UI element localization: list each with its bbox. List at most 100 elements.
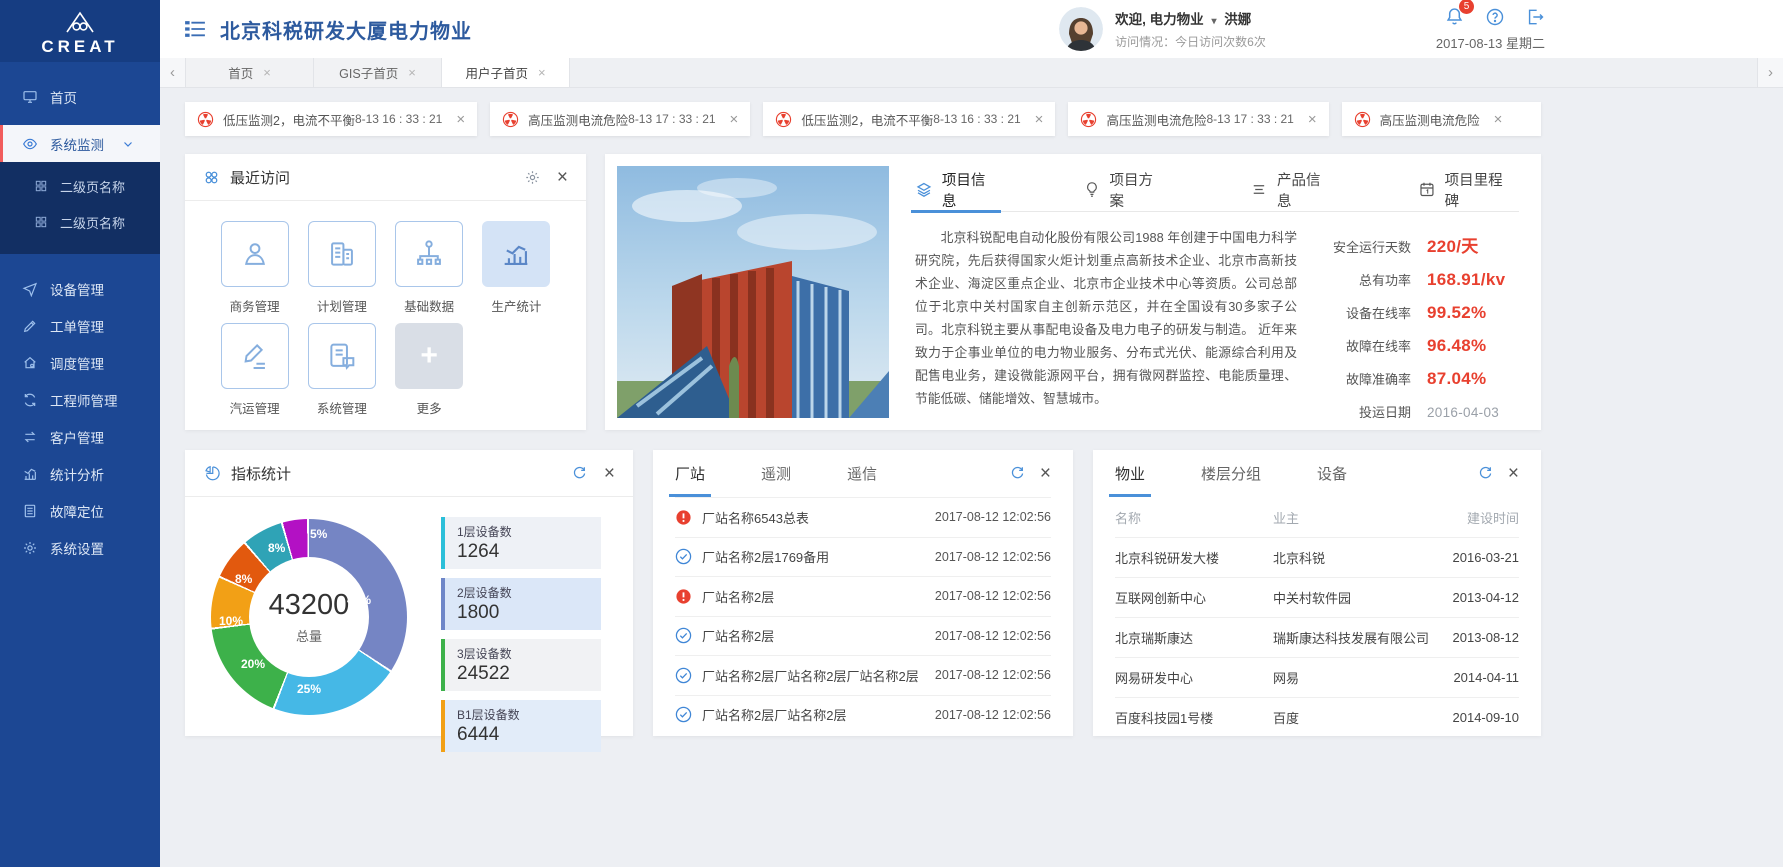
notification-badge: 5 xyxy=(1459,0,1474,14)
legend-item-floorB1[interactable]: B1层设备数 6444 xyxy=(441,700,601,752)
sidebar-item-workorder-mgmt[interactable]: 工单管理 xyxy=(0,307,160,344)
shortcut-plan-mgmt[interactable]: 计划管理 xyxy=(298,221,385,315)
tab-telemetry[interactable]: 遥测 xyxy=(761,450,791,497)
notifications-button[interactable]: 5 xyxy=(1444,6,1465,27)
user-welcome[interactable]: 欢迎, 电力物业 ▾ 洪娜 xyxy=(1115,8,1266,28)
tab-product-info[interactable]: 产品信息 xyxy=(1250,168,1332,212)
tab-floor-group[interactable]: 楼层分组 xyxy=(1201,450,1261,497)
tab-project-plan[interactable]: 项目方案 xyxy=(1083,168,1165,212)
refresh-icon[interactable] xyxy=(571,465,588,482)
welcome-text: 欢迎, 电力物业 xyxy=(1115,12,1204,27)
sidebar-subitem-1[interactable]: 二级页名称 xyxy=(0,168,160,204)
swap-arrows-icon xyxy=(22,429,38,445)
close-icon[interactable]: × xyxy=(538,65,546,80)
property-row[interactable]: 互联网创新中心 中关村软件园 2013-04-12 xyxy=(1115,577,1519,617)
sidebar-item-engineer-mgmt[interactable]: 工程师管理 xyxy=(0,381,160,418)
help-icon[interactable] xyxy=(1485,7,1505,27)
close-icon[interactable]: × xyxy=(730,112,739,127)
sidebar: CREAT 首页 系统监测 二级页名称 二级页名称 设备管理 工单管理 调度管理 xyxy=(0,0,160,867)
close-icon[interactable]: × xyxy=(1040,464,1051,483)
tabs-scroll-left[interactable]: ‹ xyxy=(160,58,186,87)
property-row[interactable]: 百度科技园1号楼 百度 2014-09-10 xyxy=(1115,697,1519,737)
avatar[interactable] xyxy=(1059,7,1103,51)
close-icon[interactable]: × xyxy=(604,464,615,483)
list-icon xyxy=(1250,180,1268,199)
sidebar-subitem-label: 二级页名称 xyxy=(60,213,125,232)
header: 北京科税研发大厦电力物业 欢迎, 电力物业 ▾ 洪娜 访问情况：今日访问次数6次… xyxy=(160,0,1783,58)
plus-icon: + xyxy=(420,341,438,371)
close-icon[interactable]: × xyxy=(1308,112,1317,127)
commission-date: 2016-04-03 xyxy=(1427,405,1519,420)
stat-value: 87.04% xyxy=(1427,369,1519,389)
legend-item-floor3[interactable]: 3层设备数 24522 xyxy=(441,639,601,691)
tab-home[interactable]: 首页× xyxy=(186,58,314,87)
brand-logo: CREAT xyxy=(0,0,160,62)
tab-bar: ‹ 首页× GIS子首页× 用户子首页× › xyxy=(160,58,1783,88)
grid-icon xyxy=(34,215,48,229)
dropdown-arrow-icon[interactable]: ▾ xyxy=(1211,16,1216,27)
segment-label: 8% xyxy=(268,541,285,555)
property-panel: 物业 楼层分组 设备 × 名称 业主 建设时间 北京科锐研发大楼 北京科锐 20… xyxy=(1093,450,1541,736)
alert-status-icon xyxy=(675,588,692,605)
building-icon xyxy=(325,237,359,271)
close-icon[interactable]: × xyxy=(1494,112,1503,127)
close-icon[interactable]: × xyxy=(456,112,465,127)
station-row[interactable]: 厂站名称2层1769备用 2017-08-12 12:02:56 xyxy=(675,537,1051,577)
sidebar-item-label: 首页 xyxy=(50,87,77,107)
ok-status-icon xyxy=(675,627,692,644)
sidebar-item-customer-mgmt[interactable]: 客户管理 xyxy=(0,418,160,455)
sidebar-item-dispatch-mgmt[interactable]: 调度管理 xyxy=(0,344,160,381)
tab-station[interactable]: 厂站 xyxy=(675,450,705,497)
sidebar-subitem-2[interactable]: 二级页名称 xyxy=(0,204,160,240)
station-row[interactable]: 厂站名称2层 2017-08-12 12:02:56 xyxy=(675,576,1051,616)
sidebar-item-home[interactable]: 首页 xyxy=(0,78,160,115)
tab-user-home[interactable]: 用户子首页× xyxy=(442,58,570,87)
tab-gis[interactable]: GIS子首页× xyxy=(314,58,442,87)
shortcut-base-data[interactable]: 基础数据 xyxy=(386,221,473,315)
close-icon[interactable]: × xyxy=(408,65,416,80)
sidebar-item-fault-locating[interactable]: 故障定位 xyxy=(0,492,160,529)
chart-total-label: 总量 xyxy=(296,626,322,645)
station-row[interactable]: 厂站名称6543总表 2017-08-12 12:02:56 xyxy=(675,497,1051,537)
gear-icon[interactable] xyxy=(524,169,541,186)
shortcut-system-mgmt[interactable]: 系统管理 xyxy=(298,323,385,417)
legend-item-floor1[interactable]: 1层设备数 1264 xyxy=(441,517,601,569)
send-icon xyxy=(22,281,38,297)
building-photo xyxy=(617,166,889,418)
tab-project-info[interactable]: 项目信息 xyxy=(915,168,997,212)
shortcut-transport-mgmt[interactable]: 汽运管理 xyxy=(211,323,298,417)
shortcut-more[interactable]: + 更多 xyxy=(386,323,473,417)
property-row[interactable]: 网易研发中心 网易 2014-04-11 xyxy=(1115,657,1519,697)
sidebar-item-system-monitor[interactable]: 系统监测 xyxy=(0,125,160,162)
sidebar-item-device-mgmt[interactable]: 设备管理 xyxy=(0,270,160,307)
tab-equipment[interactable]: 设备 xyxy=(1317,450,1347,497)
shortcut-production-stats[interactable]: 生产统计 xyxy=(473,221,560,315)
station-row[interactable]: 厂站名称2层 2017-08-12 12:02:56 xyxy=(675,616,1051,656)
sidebar-item-statistics[interactable]: 统计分析 xyxy=(0,455,160,492)
property-row[interactable]: 北京瑞斯康达 瑞斯康达科技发展有限公司 2013-08-12 xyxy=(1115,617,1519,657)
close-icon[interactable]: × xyxy=(1035,112,1044,127)
pen-document-icon xyxy=(238,339,272,373)
tab-project-milestone[interactable]: 项目里程碑 xyxy=(1418,168,1513,212)
tab-property[interactable]: 物业 xyxy=(1115,450,1145,497)
logout-icon[interactable] xyxy=(1525,7,1545,27)
tabs-scroll-right[interactable]: › xyxy=(1757,58,1783,87)
refresh-icon[interactable] xyxy=(1477,465,1494,482)
close-icon[interactable]: × xyxy=(557,168,568,187)
ok-status-icon xyxy=(675,706,692,723)
station-row[interactable]: 厂站名称2层厂站名称2层厂站名称2层 2017-08-12 12:02:56 xyxy=(675,655,1051,695)
document-icon xyxy=(22,503,38,519)
close-icon[interactable]: × xyxy=(263,65,271,80)
station-row[interactable]: 厂站名称2层厂站名称2层 2017-08-12 12:02:56 xyxy=(675,695,1051,735)
legend-item-floor2[interactable]: 2层设备数 1800 xyxy=(441,578,601,630)
alert-card: 高压监测电流危险 8-13 17 : 33 : 21 × xyxy=(1068,102,1328,136)
list-title-icon xyxy=(184,20,206,38)
tab-telesignal[interactable]: 遥信 xyxy=(847,450,877,497)
refresh-icon[interactable] xyxy=(1009,465,1026,482)
shortcut-business-mgmt[interactable]: 商务管理 xyxy=(211,221,298,315)
close-icon[interactable]: × xyxy=(1508,464,1519,483)
segment-label: 25% xyxy=(297,682,321,696)
sidebar-item-system-settings[interactable]: 系统设置 xyxy=(0,529,160,566)
segment-label: 40% xyxy=(347,593,371,607)
property-row[interactable]: 北京科锐研发大楼 北京科锐 2016-03-21 xyxy=(1115,537,1519,577)
